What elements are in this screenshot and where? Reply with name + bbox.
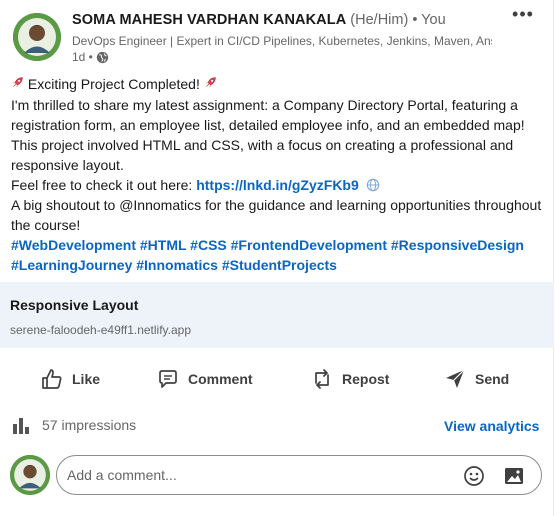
post-text: Exciting Project Completed! I'm thrilled… — [11, 74, 546, 275]
post-title: Exciting Project Completed! — [27, 76, 200, 92]
post-shoutout: A big shoutout to @Innomatics for the gu… — [11, 197, 542, 233]
image-icon — [505, 468, 523, 484]
impressions-count: 57 impressions — [42, 417, 137, 433]
view-analytics-link[interactable]: View analytics — [444, 418, 539, 434]
post-hashtags[interactable]: #WebDevelopment #HTML #CSS #FrontendDeve… — [11, 235, 546, 275]
repost-icon — [315, 369, 329, 389]
post-meta: 1d • — [72, 50, 109, 64]
send-icon — [446, 369, 465, 388]
post-link-line: Feel free to check it out here: https://… — [11, 175, 546, 195]
author-name[interactable]: SOMA MAHESH VARDHAN KANAKALA — [72, 12, 346, 28]
post-actions: Like Comment Repost Send — [0, 362, 554, 396]
post-time: 1d • — [72, 50, 93, 64]
thumbs-up-icon — [42, 369, 62, 389]
preview-url: serene-faloodeh-e49ff1.netlify.app — [10, 323, 192, 337]
comment-icon — [159, 370, 177, 388]
post-card: SOMA MAHESH VARDHAN KANAKALA (He/Him) • … — [0, 0, 554, 516]
comment-label: Comment — [188, 371, 253, 387]
emoji-button[interactable] — [462, 464, 486, 488]
comment-button[interactable]: Comment — [156, 362, 253, 396]
comment-box — [56, 455, 542, 495]
bar-chart-icon — [13, 418, 29, 434]
author-pronouns: (He/Him) — [350, 12, 409, 28]
author-line: SOMA MAHESH VARDHAN KANAKALA (He/Him) • … — [72, 12, 446, 28]
current-user-avatar — [10, 455, 50, 495]
post-link[interactable]: https://lnkd.in/gZyzFKb9 — [196, 177, 359, 193]
globe-icon — [366, 178, 379, 192]
like-label: Like — [72, 371, 101, 387]
link-preview-card[interactable]: Responsive Layout serene-faloodeh-e49ff1… — [0, 282, 554, 348]
author-avatar[interactable] — [13, 13, 61, 61]
smiley-icon — [464, 466, 484, 486]
more-options-button[interactable]: ••• — [512, 5, 534, 26]
send-label: Send — [475, 371, 510, 387]
preview-title: Responsive Layout — [10, 297, 139, 313]
author-relation: • You — [412, 12, 446, 28]
send-button[interactable]: Send — [443, 362, 509, 396]
add-image-button[interactable] — [502, 464, 526, 488]
like-button[interactable]: Like — [40, 362, 100, 396]
rocket-icon — [204, 75, 217, 95]
globe-icon — [96, 51, 109, 64]
author-headline: DevOps Engineer | Expert in CI/CD Pipeli… — [72, 34, 492, 48]
comment-input[interactable] — [67, 465, 447, 485]
post-title-line: Exciting Project Completed! — [11, 74, 546, 95]
repost-label: Repost — [342, 371, 390, 387]
link-prefix: Feel free to check it out here: — [11, 177, 197, 193]
repost-button[interactable]: Repost — [310, 362, 389, 396]
post-paragraph: I'm thrilled to share my latest assignme… — [11, 97, 525, 173]
impressions[interactable]: 57 impressions — [12, 416, 136, 434]
rocket-icon — [11, 75, 24, 95]
